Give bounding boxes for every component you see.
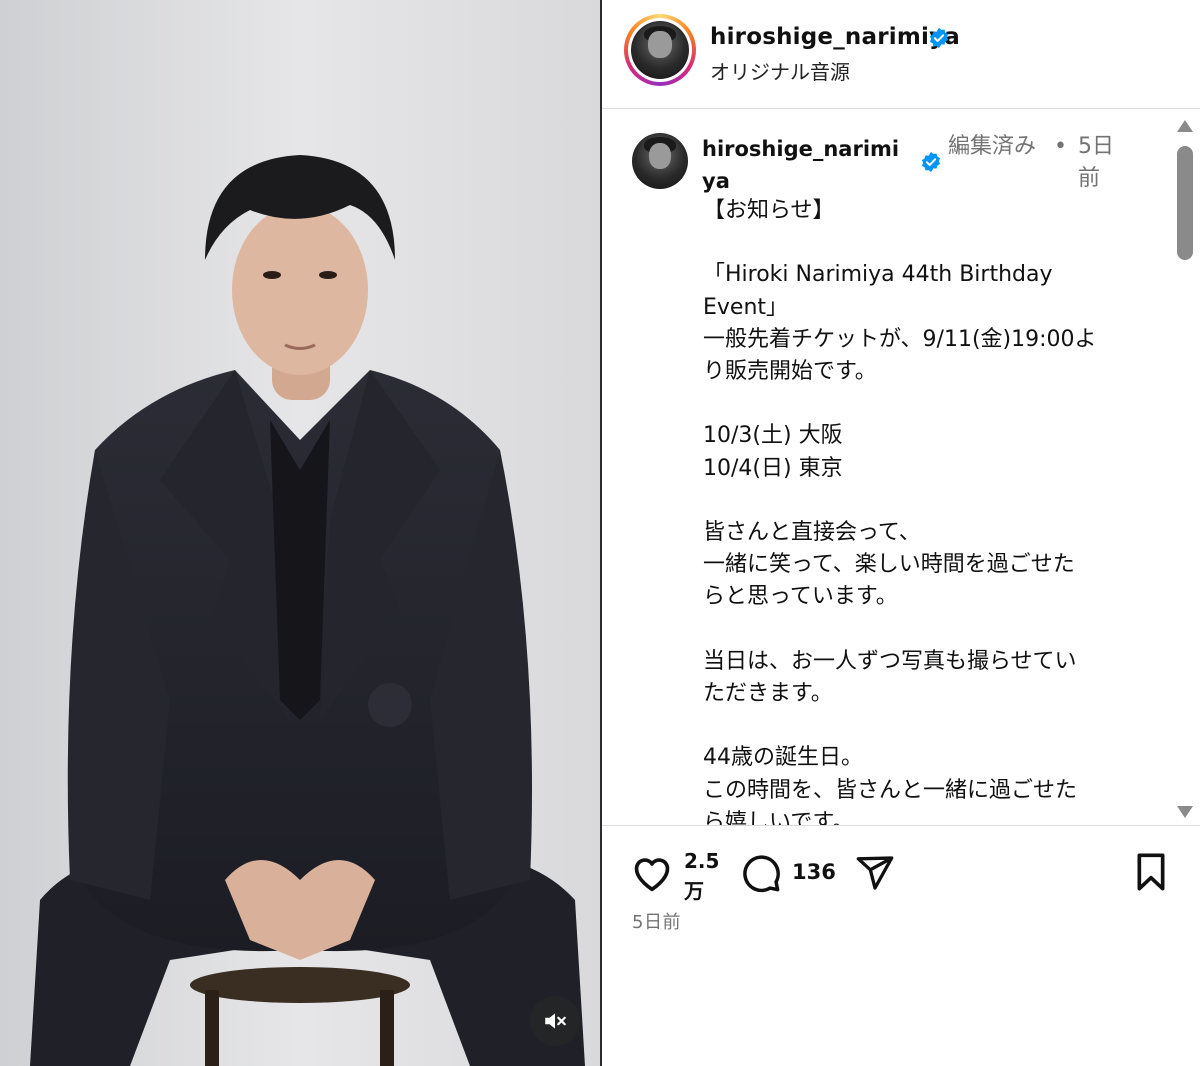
like-count[interactable]: 2.5万 [684, 846, 724, 906]
caption-line: 10/3(土) 大阪 [703, 423, 843, 449]
caption-author-avatar[interactable] [632, 133, 688, 189]
caption-line: ただきます。 [703, 680, 833, 706]
caption-line [703, 710, 1133, 742]
author-story-ring[interactable] [624, 14, 696, 86]
speaker-muted-icon [545, 1013, 566, 1029]
caption-line: Event」 [703, 294, 789, 320]
caption-line: 一緒に笑って、楽しい時間を過ごせた [703, 552, 1075, 578]
scroll-down-arrow-icon[interactable] [1177, 806, 1193, 818]
caption-line [703, 227, 1133, 259]
author-username[interactable]: hiroshige_narimiya [710, 24, 960, 50]
caption-text: 【お知らせ】 「Hiroki Narimiya 44th Birthday Ev… [703, 195, 1133, 826]
portrait-photo [0, 0, 600, 1066]
post-timestamp[interactable]: 5日前 [632, 908, 681, 934]
caption-line [703, 388, 1133, 420]
post-side-panel: hiroshige_narimiya オリジナル音源 hiroshige_nar… [602, 0, 1200, 1066]
comment-count[interactable]: 136 [792, 860, 836, 884]
verified-badge-icon [921, 151, 941, 173]
comment-bubble-icon[interactable] [740, 852, 782, 894]
caption-line: 10/4(日) 東京 [703, 455, 843, 481]
caption-line: り販売開始です。 [703, 359, 877, 384]
caption-line: 【お知らせ】 [703, 198, 835, 223]
meta-separator: • [1054, 134, 1067, 159]
scrollbar-thumb[interactable] [1177, 146, 1193, 260]
edited-label: 編集済み [948, 134, 1037, 159]
scroll-up-arrow-icon[interactable] [1177, 120, 1193, 132]
caption-username[interactable]: hiroshige_narimiya [702, 133, 912, 197]
caption-line: ら嬉しいです。 [703, 809, 855, 826]
post-media[interactable] [0, 0, 600, 1066]
post-actions: 2.5万 136 5日前 [602, 826, 1200, 1066]
audio-link[interactable]: オリジナル音源 [710, 56, 850, 85]
paper-plane-icon[interactable] [854, 853, 896, 893]
mute-toggle-button[interactable] [530, 996, 580, 1046]
caption-line [703, 485, 1133, 517]
caption-scroll-area[interactable]: hiroshige_narimiya 編集済み • 5日前 【お知らせ】 「Hi… [602, 109, 1200, 826]
caption-line [703, 614, 1133, 646]
post-header: hiroshige_narimiya オリジナル音源 [602, 0, 1200, 109]
caption-line: この時間を、皆さんと一緒に過ごせた [703, 777, 1078, 803]
heart-icon[interactable] [630, 852, 674, 892]
author-avatar[interactable] [631, 21, 689, 79]
bookmark-icon[interactable] [1134, 852, 1168, 892]
caption-line: 44歳の誕生日。 [703, 745, 863, 771]
verified-badge-icon [929, 27, 949, 49]
caption-time[interactable]: 5日前 [1078, 131, 1114, 195]
caption-line: 皆さんと直接会って、 [703, 519, 921, 545]
caption-scrollbar[interactable] [1174, 110, 1196, 826]
caption-line: 「Hiroki Narimiya 44th Birthday [703, 262, 1053, 288]
caption-line: 当日は、お一人ずつ写真も撮らせてい [703, 648, 1077, 674]
caption-line: らと思っています。 [703, 584, 898, 610]
caption-line: 一般先着チケットが、9/11(金)19:00よ [703, 326, 1097, 352]
